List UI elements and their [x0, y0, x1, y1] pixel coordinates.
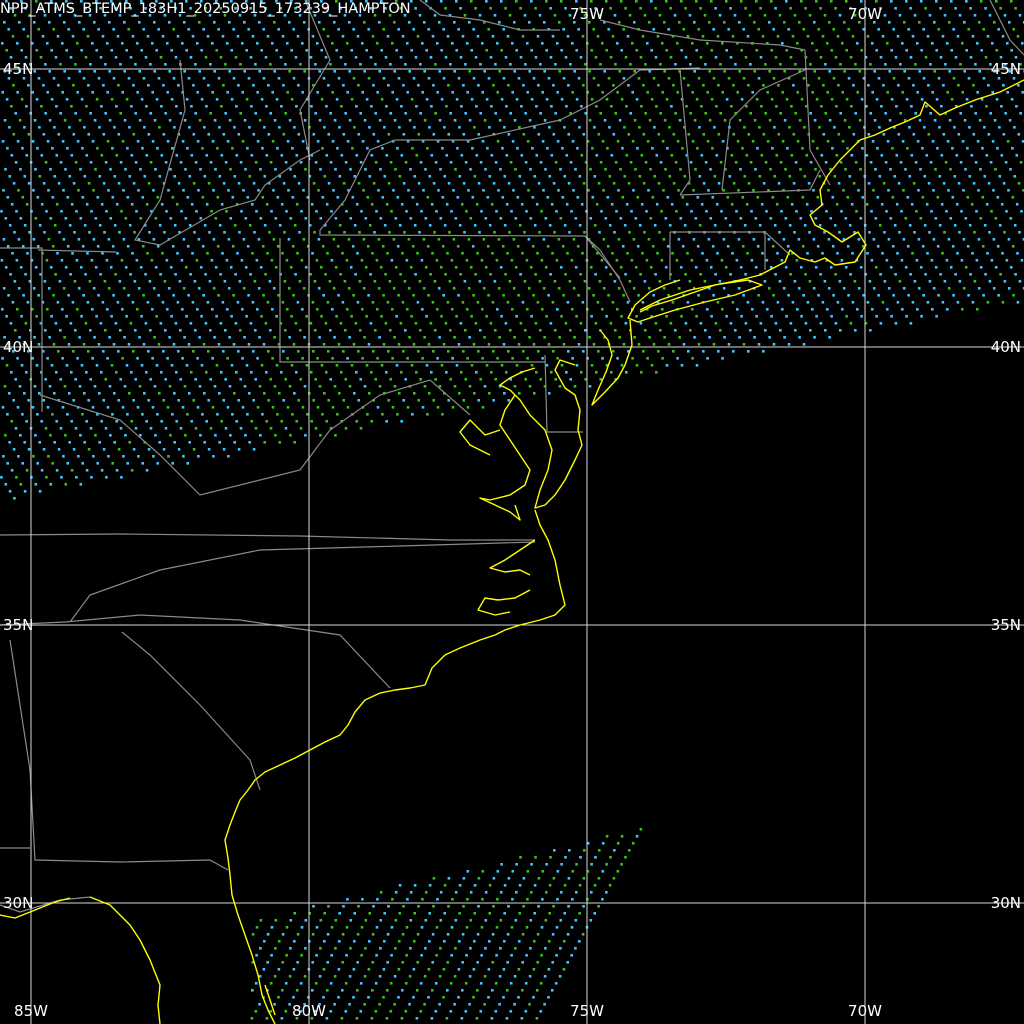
lat-label-right-35n: 35N [991, 616, 1021, 634]
lat-label-right-40n: 40N [991, 338, 1021, 356]
image-title: NPP_ATMS_BTEMP_183H1_20250915_173239_HAM… [0, 1, 411, 17]
lon-label-top-75w: 75W [570, 5, 604, 23]
satellite-map: NPP_ATMS_BTEMP_183H1_20250915_173239_HAM… [0, 0, 1024, 1024]
lat-label-left-35n: 35N [3, 616, 33, 634]
lon-label-bottom-85w: 85W [14, 1002, 48, 1020]
lat-label-right-30n: 30N [991, 894, 1021, 912]
lat-label-right-45n: 45N [991, 60, 1021, 78]
lon-label-bottom-70w: 70W [848, 1002, 882, 1020]
lon-label-top-70w: 70W [848, 5, 882, 23]
lat-label-left-40n: 40N [3, 338, 33, 356]
lon-label-bottom-80w: 80W [292, 1002, 326, 1020]
lat-label-left-30n: 30N [3, 894, 33, 912]
lon-label-bottom-75w: 75W [570, 1002, 604, 1020]
lat-label-left-45n: 45N [3, 60, 33, 78]
